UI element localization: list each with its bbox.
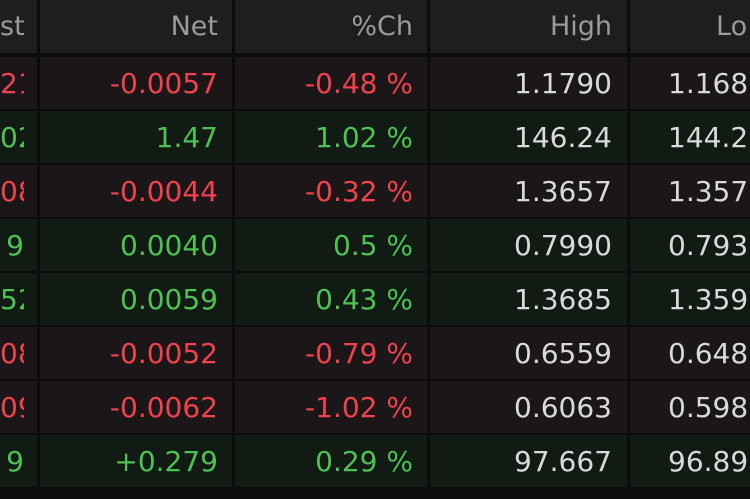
column-divider: [627, 381, 630, 433]
column-header-pct-change[interactable]: %Ch: [235, 0, 413, 53]
column-divider: [37, 111, 40, 163]
column-divider: [427, 111, 430, 163]
cell-last: 9: [6, 445, 24, 478]
cell-net: 0.0059: [120, 283, 218, 316]
column-divider: [627, 111, 630, 163]
column-divider: [37, 327, 40, 379]
cell-pct-change: -1.02 %: [305, 391, 413, 424]
column-divider: [627, 435, 630, 487]
cell-net: +0.279: [114, 445, 218, 478]
cell-net: 1.47: [155, 121, 218, 154]
cell-low: 1.168: [668, 67, 749, 100]
cell-pct-change: -0.48 %: [305, 67, 413, 100]
cell-low: 144.2: [668, 121, 749, 154]
cell-low: 96.89: [668, 445, 749, 478]
column-divider: [37, 165, 40, 217]
cell-pct-change: -0.32 %: [305, 175, 413, 208]
table-row[interactable]: 9 0.0040 0.5 % 0.7990 0.793: [0, 219, 750, 271]
column-divider: [627, 57, 630, 109]
cell-high: 146.24: [514, 121, 612, 154]
cell-pct-change: 1.02 %: [315, 121, 413, 154]
cell-high: 97.667: [514, 445, 612, 478]
cell-net: -0.0062: [109, 391, 218, 424]
column-divider: [37, 273, 40, 325]
column-header-last[interactable]: st: [0, 0, 24, 53]
table-row[interactable]: 09 -0.0062 -1.02 % 0.6063 0.598: [0, 381, 750, 433]
column-divider: [232, 327, 235, 379]
cell-last: 09: [0, 391, 24, 424]
cell-low: 0.598: [668, 391, 749, 424]
column-divider: [232, 111, 235, 163]
cell-pct-change: -0.79 %: [305, 337, 413, 370]
table-row[interactable]: 52 0.0059 0.43 % 1.3685 1.359: [0, 273, 750, 325]
column-divider: [627, 165, 630, 217]
column-divider: [37, 57, 40, 109]
column-divider: [232, 381, 235, 433]
column-divider: [37, 381, 40, 433]
column-header-net[interactable]: Net: [40, 0, 218, 53]
column-divider: [427, 327, 430, 379]
cell-high: 0.6063: [514, 391, 612, 424]
column-divider: [427, 165, 430, 217]
cell-last: 08: [0, 175, 24, 208]
table-row[interactable]: 21 -0.0057 -0.48 % 1.1790 1.168: [0, 57, 750, 109]
cell-net: 0.0040: [120, 229, 218, 262]
cell-high: 0.7990: [514, 229, 612, 262]
cell-high: 1.1790: [514, 67, 612, 100]
cell-pct-change: 0.43 %: [315, 283, 413, 316]
column-divider: [427, 273, 430, 325]
cell-low: 0.793: [668, 229, 749, 262]
column-divider: [232, 273, 235, 325]
cell-high: 1.3657: [514, 175, 612, 208]
column-divider: [232, 57, 235, 109]
cell-net: -0.0052: [109, 337, 218, 370]
column-divider: [627, 273, 630, 325]
cell-pct-change: 0.5 %: [332, 229, 413, 262]
column-divider: [627, 219, 630, 271]
table-row[interactable]: 02 1.47 1.02 % 146.24 144.2: [0, 111, 750, 163]
column-header-low[interactable]: Lo: [630, 0, 750, 53]
table-row[interactable]: 08 -0.0052 -0.79 % 0.6559 0.648: [0, 327, 750, 379]
cell-high: 1.3685: [514, 283, 612, 316]
cell-last: 21: [0, 67, 24, 100]
cell-last: 52: [0, 283, 24, 316]
table-row[interactable]: 08 -0.0044 -0.32 % 1.3657 1.357: [0, 165, 750, 217]
cell-last: 02: [0, 121, 24, 154]
column-divider: [37, 219, 40, 271]
quote-board: st Net %Ch High Lo 21 -0.0057 -0.48 % 1.179…: [0, 0, 750, 499]
cell-net: -0.0044: [109, 175, 218, 208]
column-divider: [232, 165, 235, 217]
cell-last: 9: [6, 229, 24, 262]
column-header-high[interactable]: High: [430, 0, 612, 53]
cell-low: 1.357: [668, 175, 749, 208]
column-divider: [627, 327, 630, 379]
column-divider: [427, 435, 430, 487]
cell-low: 1.359: [668, 283, 749, 316]
column-divider: [427, 219, 430, 271]
cell-high: 0.6559: [514, 337, 612, 370]
table-row[interactable]: 9 +0.279 0.29 % 97.667 96.89: [0, 435, 750, 487]
column-divider: [232, 219, 235, 271]
table-header: st Net %Ch High Lo: [0, 0, 750, 53]
column-divider: [37, 435, 40, 487]
column-divider: [232, 435, 235, 487]
column-divider: [427, 381, 430, 433]
cell-net: -0.0057: [109, 67, 218, 100]
cell-last: 08: [0, 337, 24, 370]
column-divider: [427, 57, 430, 109]
cell-pct-change: 0.29 %: [315, 445, 413, 478]
cell-low: 0.648: [668, 337, 749, 370]
